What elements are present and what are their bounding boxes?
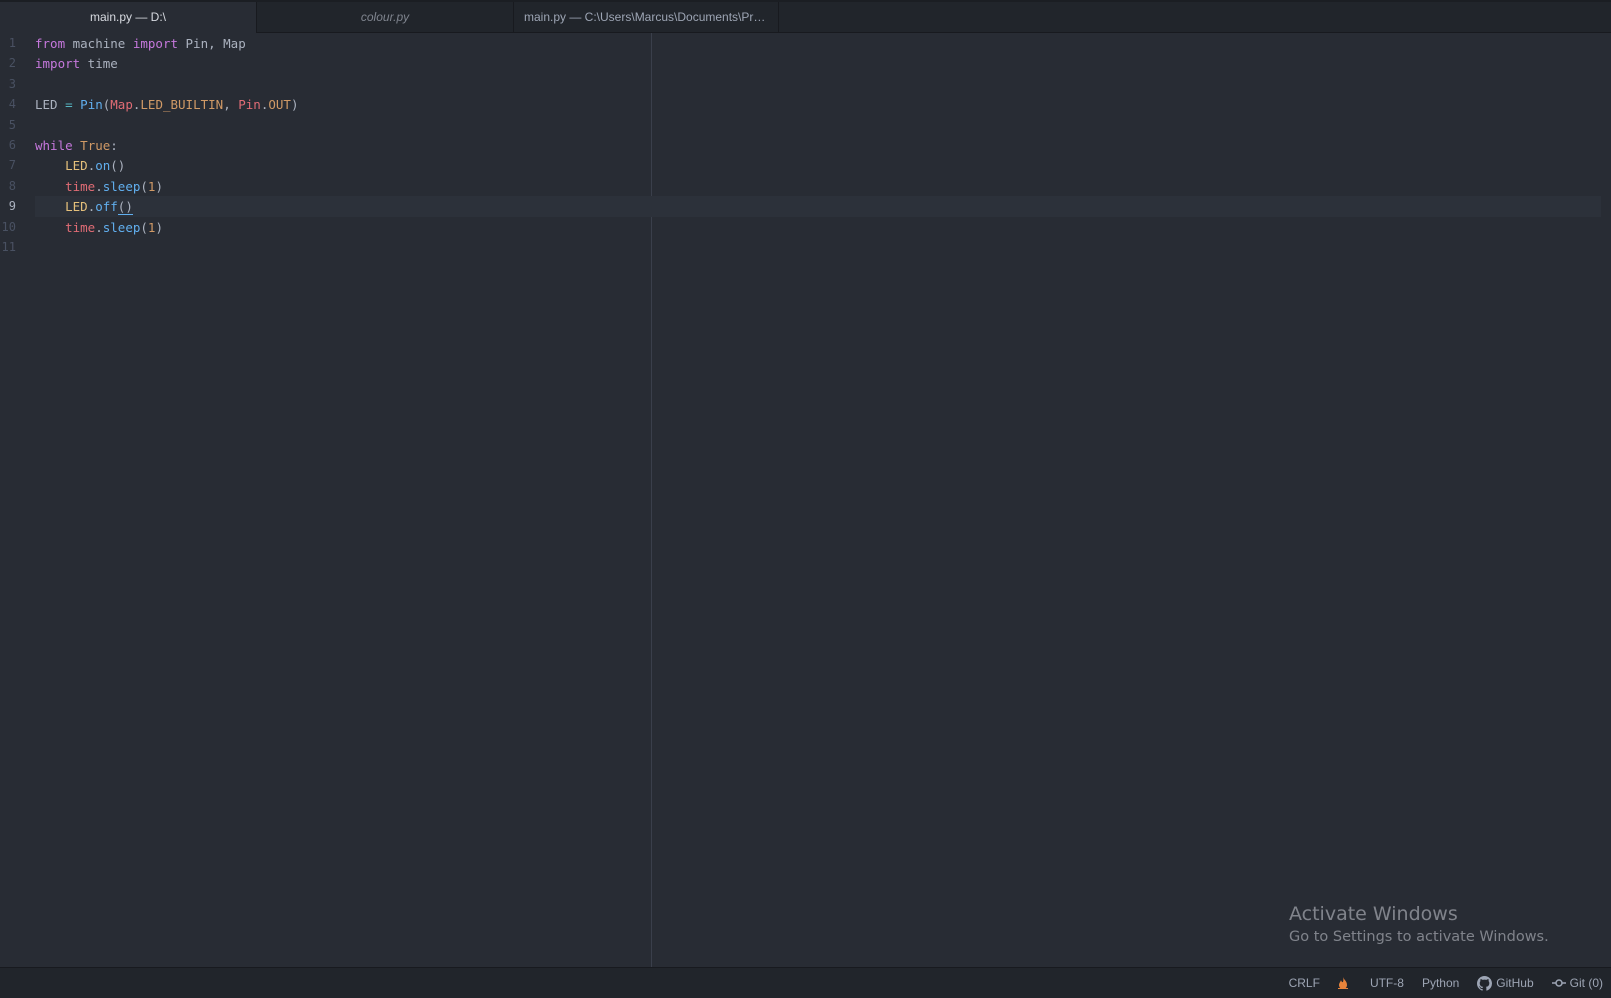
code-line[interactable]: 6 while True:	[0, 135, 1611, 156]
code-text[interactable]	[35, 115, 1601, 136]
line-number[interactable]: 4	[0, 94, 16, 115]
code-token: from	[35, 36, 66, 51]
code-line[interactable]: 3	[0, 74, 1611, 95]
code-token: OUT	[268, 97, 291, 113]
code-token: ,	[223, 97, 239, 113]
code-token: )	[155, 219, 163, 235]
code-text[interactable]: LED.off()	[35, 196, 1601, 218]
code-token: .	[95, 219, 103, 235]
line-number[interactable]: 9	[0, 196, 16, 217]
watermark-subtitle: Go to Settings to activate Windows.	[1289, 929, 1549, 945]
code-token: LED	[65, 158, 88, 174]
code-token: (	[140, 219, 148, 235]
line-number[interactable]: 6	[0, 135, 16, 156]
code-text[interactable]: time.sleep(1)	[35, 176, 1601, 197]
code-line[interactable]: 2 import time	[0, 53, 1611, 74]
tab-bar: main.py — D:\ colour.py main.py — C:\Use…	[0, 2, 1611, 33]
code-line[interactable]: 7 LED.on()	[0, 155, 1611, 176]
code-token: Pin	[80, 97, 103, 113]
code-token: .	[95, 178, 103, 194]
tab-main-py-documents[interactable]: main.py — C:\Users\Marcus\Documents\Pro.…	[514, 2, 779, 32]
line-number[interactable]: 8	[0, 176, 16, 197]
code-token: sleep	[102, 219, 141, 235]
code-text[interactable]: from machine import Pin, Map	[35, 33, 1601, 54]
activate-windows-watermark: Activate Windows Go to Settings to activ…	[1289, 902, 1549, 948]
code-text[interactable]	[35, 74, 1601, 95]
code-text[interactable]: time.sleep(1)	[35, 217, 1601, 238]
code-text[interactable]: LED.on()	[35, 155, 1601, 176]
line-number[interactable]: 11	[0, 237, 16, 258]
line-number[interactable]: 3	[0, 74, 16, 95]
code-token: =	[65, 97, 73, 113]
grammar-selector[interactable]: Python	[1422, 976, 1459, 990]
github-octocat-icon	[1477, 975, 1493, 991]
line-number[interactable]: 7	[0, 155, 16, 176]
line-number[interactable]: 2	[0, 53, 16, 74]
flame-icon	[1337, 977, 1348, 989]
git-commit-icon	[1551, 979, 1566, 987]
code-line[interactable]: 10 time.sleep(1)	[0, 217, 1611, 238]
grammar-label: Python	[1421, 976, 1460, 990]
git-label: Git (0)	[1569, 976, 1603, 990]
line-ending-label: CRLF	[1288, 976, 1320, 990]
code-line[interactable]: 1 from machine import Pin, Map	[0, 33, 1611, 54]
code-token: LED	[65, 199, 88, 215]
code-token: on	[95, 158, 111, 174]
code-token: Pin	[238, 97, 261, 113]
code-token: import	[132, 36, 178, 51]
code-token: while	[35, 138, 73, 153]
code-line[interactable]: 4 LED = Pin(Map.LED_BUILTIN, Pin.OUT)	[0, 94, 1611, 115]
git-button[interactable]: Git (0)	[1551, 976, 1603, 990]
code-token: )	[155, 178, 163, 194]
code-token: )	[290, 97, 299, 113]
file-status-indicator[interactable]	[1337, 977, 1352, 989]
code-text[interactable]: LED = Pin(Map.LED_BUILTIN, Pin.OUT)	[35, 94, 1601, 115]
watermark-title: Activate Windows	[1289, 903, 1458, 925]
code-line[interactable]: 9 LED.off()	[0, 196, 1611, 218]
code-token: :	[110, 138, 118, 153]
github-button[interactable]: GitHub	[1477, 975, 1534, 991]
code-text[interactable]: import time	[35, 53, 1601, 74]
code-editor[interactable]: 1 from machine import Pin, Map 2 import tim…	[0, 33, 1611, 967]
code-token: LED	[35, 97, 66, 113]
code-token: off	[95, 199, 118, 215]
encoding-selector[interactable]: UTF-8	[1370, 976, 1404, 990]
code-token: import	[35, 56, 81, 72]
tab-main-py-d[interactable]: main.py — D:\	[0, 2, 257, 33]
github-label: GitHub	[1496, 976, 1534, 990]
status-bar: CRLF UTF-8 Python GitHub Git (0)	[0, 967, 1611, 998]
code-line[interactable]: 11	[0, 237, 1611, 258]
code-token: time	[65, 178, 96, 194]
code-line[interactable]: 5	[0, 115, 1611, 136]
code-token: LED_BUILTIN	[140, 97, 224, 113]
line-number[interactable]: 5	[0, 115, 16, 136]
encoding-label: UTF-8	[1369, 976, 1404, 990]
code-token: machine	[65, 36, 133, 51]
code-token: time	[65, 219, 96, 235]
code-text[interactable]	[35, 237, 1601, 258]
tab-colour-py[interactable]: colour.py	[257, 2, 514, 32]
code-token: time	[80, 56, 118, 72]
line-number[interactable]: 10	[0, 217, 16, 238]
editor-window: main.py — D:\ colour.py main.py — C:\Use…	[0, 0, 1611, 998]
code-token: ()	[117, 199, 133, 216]
code-text[interactable]: while True:	[35, 135, 1601, 156]
code-token: Map	[110, 97, 133, 113]
code-token: sleep	[102, 178, 141, 194]
code-line[interactable]: 8 time.sleep(1)	[0, 176, 1611, 197]
code-token: True	[80, 138, 111, 153]
code-token: (	[140, 178, 148, 194]
code-token: ()	[110, 158, 126, 174]
code-token: Pin, Map	[178, 36, 246, 51]
line-ending-selector[interactable]: CRLF	[1289, 976, 1320, 990]
line-number[interactable]: 1	[0, 33, 16, 54]
